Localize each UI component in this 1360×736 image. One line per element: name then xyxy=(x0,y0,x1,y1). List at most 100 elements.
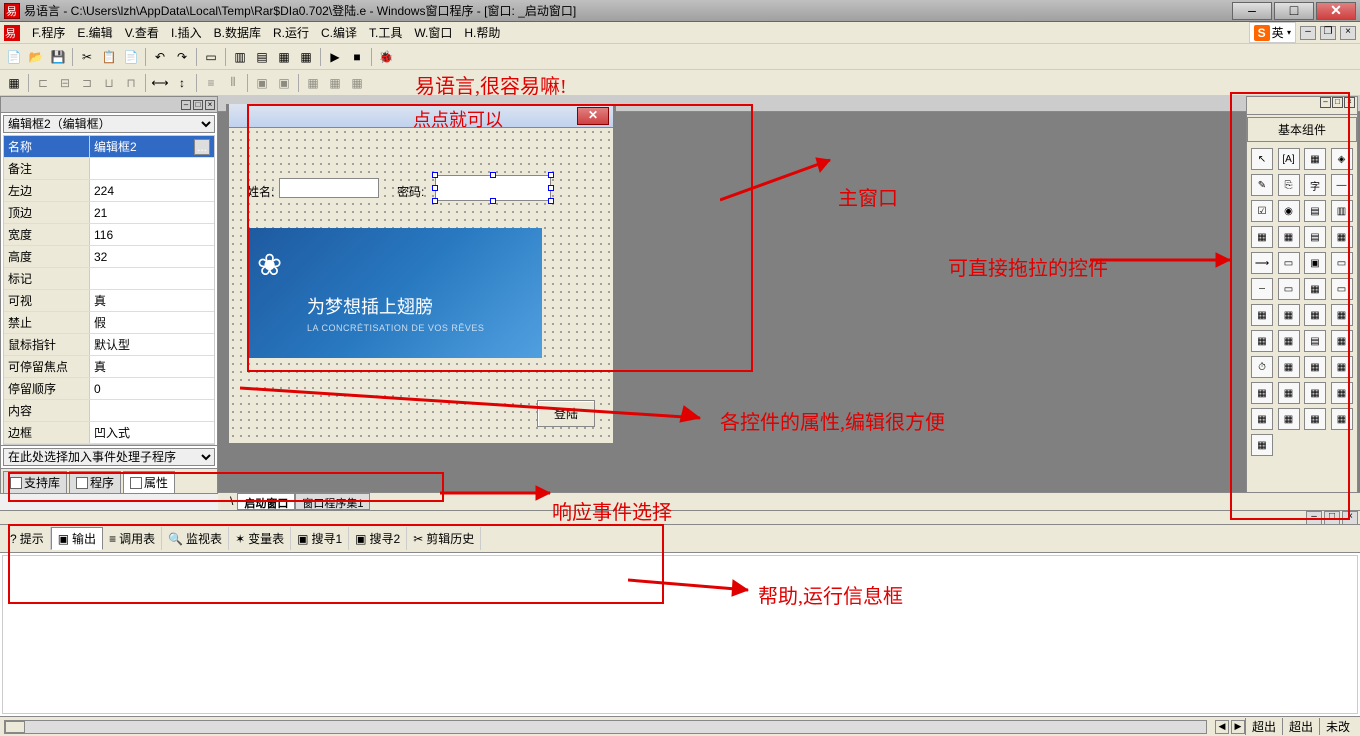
component-icon-12[interactable]: ▦ xyxy=(1251,226,1273,248)
bottom-content[interactable] xyxy=(2,555,1358,714)
property-row[interactable]: 顶边21 xyxy=(4,202,214,224)
scrollbar-thumb[interactable] xyxy=(5,721,25,733)
component-icon-27[interactable]: ▦ xyxy=(1331,304,1353,326)
property-row[interactable]: 宽度116 xyxy=(4,224,214,246)
layout-button-3[interactable]: ▦ xyxy=(274,47,294,67)
username-input[interactable] xyxy=(279,178,379,198)
component-icon-14[interactable]: ▤ xyxy=(1304,226,1326,248)
property-value[interactable]: 假 xyxy=(90,312,214,333)
menu-view[interactable]: V.查看 xyxy=(119,22,165,43)
property-value[interactable] xyxy=(90,400,214,421)
component-icon-6[interactable]: 字 xyxy=(1304,174,1326,196)
mdi-close-button[interactable]: × xyxy=(1340,26,1356,40)
menu-run[interactable]: R.运行 xyxy=(267,22,315,43)
component-icon-21[interactable]: ▭ xyxy=(1278,278,1300,300)
copy-button[interactable]: 📋 xyxy=(99,47,119,67)
component-icon-24[interactable]: ▦ xyxy=(1251,304,1273,326)
component-icon-35[interactable]: ▦ xyxy=(1331,356,1353,378)
mdi-restore-button[interactable]: ❐ xyxy=(1320,26,1336,40)
component-icon-31[interactable]: ▦ xyxy=(1331,330,1353,352)
selection-handle[interactable] xyxy=(548,198,554,204)
property-value[interactable]: 真 xyxy=(90,356,214,377)
align-middle-button[interactable]: ⊓ xyxy=(121,73,141,93)
selection-handle[interactable] xyxy=(432,172,438,178)
component-icon-43[interactable]: ▦ xyxy=(1331,408,1353,430)
menu-window[interactable]: W.窗口 xyxy=(408,22,458,43)
mdi-minimize-button[interactable]: – xyxy=(1300,26,1316,40)
component-icon-22[interactable]: ▦ xyxy=(1304,278,1326,300)
property-row[interactable]: 停留顺序0 xyxy=(4,378,214,400)
component-icon-41[interactable]: ▦ xyxy=(1278,408,1300,430)
component-icon-44[interactable]: ▦ xyxy=(1251,434,1273,456)
tab-program[interactable]: 程序 xyxy=(69,471,121,493)
component-icon-34[interactable]: ▦ xyxy=(1304,356,1326,378)
component-icon-23[interactable]: ▭ xyxy=(1331,278,1353,300)
paste-button[interactable]: 📄 xyxy=(121,47,141,67)
property-value[interactable]: 默认型 xyxy=(90,334,214,355)
component-icon-42[interactable]: ▦ xyxy=(1304,408,1326,430)
align-right-button[interactable]: ⊐ xyxy=(77,73,97,93)
property-row[interactable]: 内容 xyxy=(4,400,214,422)
property-value[interactable]: 116 xyxy=(90,224,214,245)
basic-components-button[interactable]: 基本组件 xyxy=(1247,117,1357,142)
redo-button[interactable]: ↷ xyxy=(172,47,192,67)
form-close-button[interactable]: ✕ xyxy=(577,107,609,125)
component-icon-28[interactable]: ▦ xyxy=(1251,330,1273,352)
property-value[interactable]: 21 xyxy=(90,202,214,223)
component-icon-4[interactable]: ✎ xyxy=(1251,174,1273,196)
layout-button-2[interactable]: ▤ xyxy=(252,47,272,67)
menu-database[interactable]: B.数据库 xyxy=(208,22,267,43)
align-top-button[interactable]: ⊔ xyxy=(99,73,119,93)
menu-program[interactable]: F.程序 xyxy=(26,22,71,43)
new-button[interactable]: 📄 xyxy=(4,47,24,67)
property-row[interactable]: 禁止假 xyxy=(4,312,214,334)
component-icon-40[interactable]: ▦ xyxy=(1251,408,1273,430)
component-icon-29[interactable]: ▦ xyxy=(1278,330,1300,352)
component-icon-1[interactable]: [A] xyxy=(1278,148,1300,170)
comp-pin-button[interactable]: ‒ xyxy=(1320,97,1331,108)
property-row[interactable]: 鼠标指针默认型 xyxy=(4,334,214,356)
component-icon-2[interactable]: ▦ xyxy=(1304,148,1326,170)
selection-handle[interactable] xyxy=(548,185,554,191)
cut-button[interactable]: ✂ xyxy=(77,47,97,67)
property-value[interactable]: 凹入式 xyxy=(90,422,214,443)
selection-handle[interactable] xyxy=(490,198,496,204)
same-height-button[interactable]: ↕ xyxy=(172,73,192,93)
component-icon-39[interactable]: ▦ xyxy=(1331,382,1353,404)
window-list-button[interactable]: ▭ xyxy=(201,47,221,67)
property-value[interactable]: 真 xyxy=(90,290,214,311)
banner-image[interactable]: ❀ 为梦想插上翅膀 LA CONCRÉTISATION DE VOS RÊVES xyxy=(247,228,542,358)
component-icon-7[interactable]: — xyxy=(1331,174,1353,196)
selection-handle[interactable] xyxy=(490,172,496,178)
maximize-button[interactable]: □ xyxy=(1274,2,1314,20)
component-icon-0[interactable]: ↖ xyxy=(1251,148,1273,170)
component-icon-15[interactable]: ▦ xyxy=(1331,226,1353,248)
design-area[interactable]: □ × ✕ 姓名: 密码: xyxy=(218,96,1360,494)
form-designer-window[interactable]: ✕ 姓名: 密码: ❀ 为梦想插上翅膀 LA CONCRÉTIS xyxy=(226,104,616,446)
h-scrollbar[interactable] xyxy=(4,720,1207,734)
component-icon-33[interactable]: ▦ xyxy=(1278,356,1300,378)
same-width-button[interactable]: ⟷ xyxy=(150,73,170,93)
run-button[interactable]: ▶ xyxy=(325,47,345,67)
form-body[interactable]: 姓名: 密码: ❀ 为梦想插上翅膀 LA CONCRÉTISATION DE V… xyxy=(229,128,613,443)
bottom-pin-button[interactable]: ‒ xyxy=(1306,511,1322,525)
property-value[interactable]: 0 xyxy=(90,378,214,399)
selection-handle[interactable] xyxy=(432,198,438,204)
grid-button-1[interactable]: ≡ xyxy=(201,73,221,93)
property-value[interactable]: 编辑框2... xyxy=(90,136,214,157)
object-select[interactable]: 编辑框2（编辑框） xyxy=(3,115,215,133)
property-value[interactable] xyxy=(90,268,214,289)
property-row[interactable]: 备注 xyxy=(4,158,214,180)
bottom-tab-6[interactable]: ▣搜寻2 xyxy=(349,527,407,550)
component-icon-16[interactable]: ⟶ xyxy=(1251,252,1273,274)
tab-support-lib[interactable]: 支持库 xyxy=(3,471,67,493)
debug-button[interactable]: 🐞 xyxy=(376,47,396,67)
component-icon-18[interactable]: ▣ xyxy=(1304,252,1326,274)
property-value[interactable]: 224 xyxy=(90,180,214,201)
comp-close-button[interactable]: × xyxy=(1344,97,1355,108)
component-icon-11[interactable]: ▥ xyxy=(1331,200,1353,222)
property-row[interactable]: 左边224 xyxy=(4,180,214,202)
misc-button-2[interactable]: ▦ xyxy=(325,73,345,93)
property-value[interactable] xyxy=(90,158,214,179)
align-button-1[interactable]: ▦ xyxy=(4,73,24,93)
